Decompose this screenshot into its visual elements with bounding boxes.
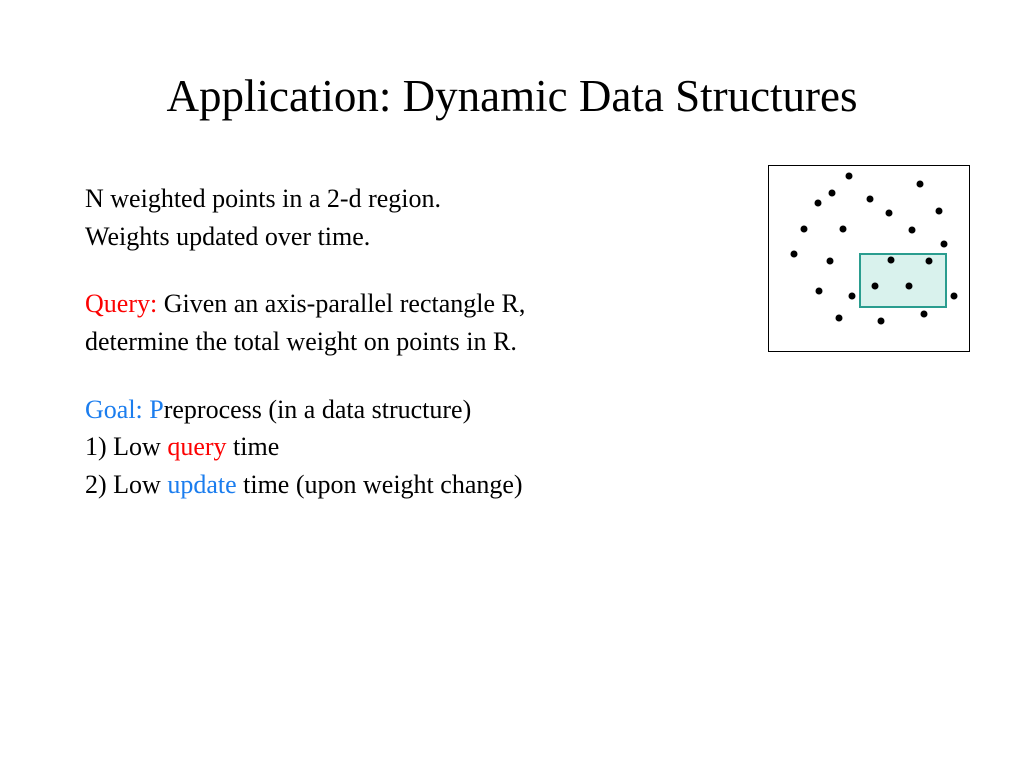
goal-item-1: 1) Low query time [85, 428, 705, 466]
item2-post: time (upon weight change) [237, 470, 523, 499]
body-line-1: N weighted points in a 2-d region. [85, 180, 705, 218]
goal-label: Goal: P [85, 395, 164, 424]
data-point [836, 315, 843, 322]
query-rectangle [859, 253, 947, 308]
item2-pre: 2) Low [85, 470, 167, 499]
item1-highlight: query [167, 432, 226, 461]
query-label: Query: [85, 289, 157, 318]
data-point [846, 173, 853, 180]
data-point [872, 283, 879, 290]
data-point [888, 257, 895, 264]
data-point [906, 283, 913, 290]
data-point [867, 196, 874, 203]
data-point [886, 210, 893, 217]
data-point [936, 208, 943, 215]
data-point [926, 258, 933, 265]
goal-line: Goal: Preprocess (in a data structure) [85, 391, 705, 429]
item1-pre: 1) Low [85, 432, 167, 461]
data-point [815, 200, 822, 207]
data-point [816, 288, 823, 295]
data-point [840, 226, 847, 233]
body-line-2: Weights updated over time. [85, 218, 705, 256]
data-point [829, 190, 836, 197]
data-point [791, 251, 798, 258]
data-point [849, 293, 856, 300]
data-point [827, 258, 834, 265]
data-point [801, 226, 808, 233]
data-point [941, 241, 948, 248]
slide-body: N weighted points in a 2-d region. Weigh… [85, 180, 705, 504]
slide-title: Application: Dynamic Data Structures [0, 70, 1024, 122]
data-point [951, 293, 958, 300]
item2-highlight: update [167, 470, 236, 499]
goal-item-2: 2) Low update time (upon weight change) [85, 466, 705, 504]
query-cont: determine the total weight on points in … [85, 323, 705, 361]
query-line: Query: Given an axis-parallel rectangle … [85, 285, 705, 323]
points-diagram [768, 165, 970, 352]
data-point [878, 318, 885, 325]
item1-post: time [227, 432, 280, 461]
data-point [921, 311, 928, 318]
data-point [909, 227, 916, 234]
data-point [917, 181, 924, 188]
goal-text: reprocess (in a data structure) [164, 395, 472, 424]
query-text: Given an axis-parallel rectangle R, [157, 289, 525, 318]
